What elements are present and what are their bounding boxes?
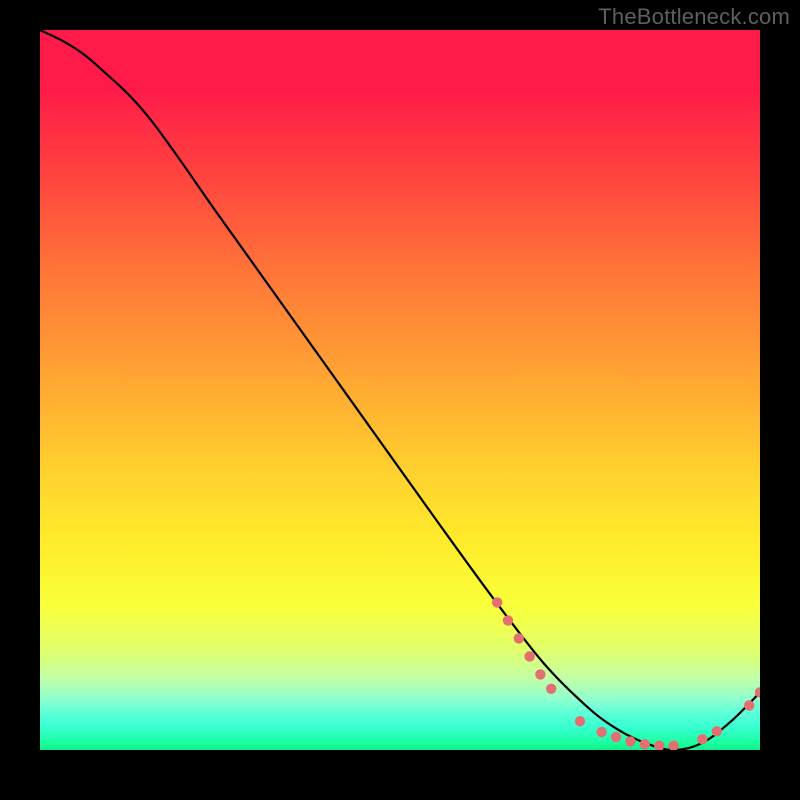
chart-frame: TheBottleneck.com [0,0,800,800]
data-point-rise-2 [712,726,722,736]
data-point-cluster-left-5 [535,669,545,679]
data-point-cluster-left-6 [546,684,556,694]
data-point-trough-4 [625,736,635,746]
data-point-trough-7 [668,741,678,751]
data-point-rise-1 [697,734,707,744]
data-point-trough-2 [596,727,606,737]
bottleneck-curve-path [40,30,760,750]
data-point-cluster-left-1 [492,597,502,607]
curve-svg [40,30,760,750]
plot-area [40,30,760,750]
data-points-group [492,597,760,750]
data-point-trough-1 [575,716,585,726]
data-point-rise-3 [744,700,754,710]
data-point-trough-3 [611,732,621,742]
data-point-trough-5 [640,739,650,749]
data-point-cluster-left-2 [503,615,513,625]
data-point-trough-6 [654,741,664,751]
data-point-cluster-left-4 [524,651,534,661]
data-point-cluster-left-3 [514,633,524,643]
watermark-text: TheBottleneck.com [598,4,790,30]
